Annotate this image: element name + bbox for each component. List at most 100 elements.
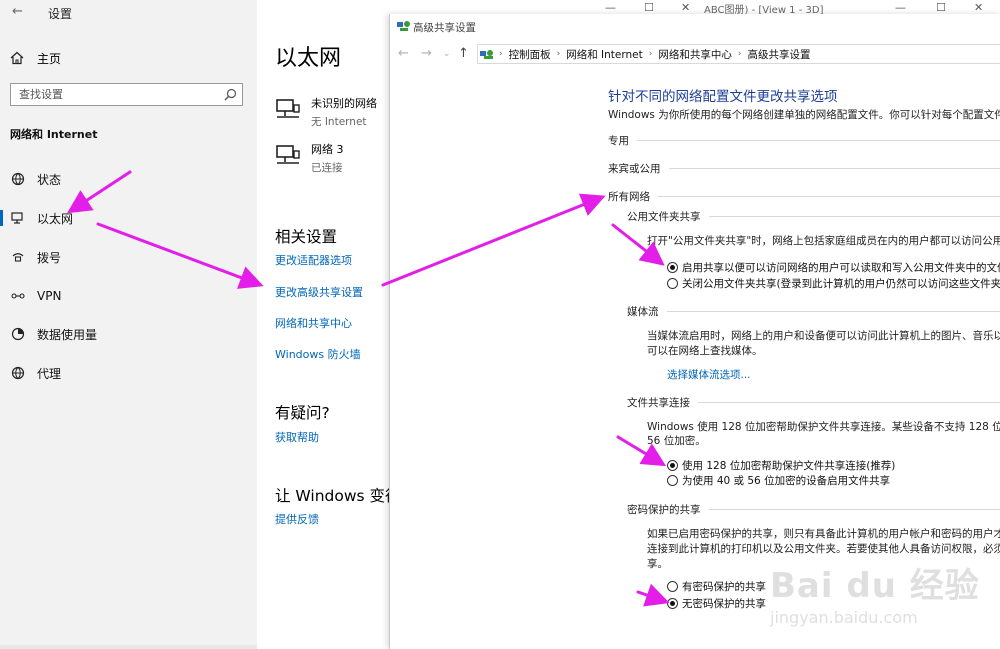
sidebar-item-data-usage[interactable]: 数据使用量	[0, 322, 257, 346]
sidebar-item-label: 状态	[37, 172, 62, 187]
settings-search-input[interactable]	[19, 88, 214, 101]
forward-icon[interactable]: →	[421, 46, 432, 61]
search-icon[interactable]	[224, 88, 237, 101]
profile-label: 专用	[608, 134, 629, 147]
network-status: 已连接	[311, 162, 343, 174]
sidebar-group-label: 网络和 Internet	[10, 128, 98, 141]
sidebar-item-label: 拨号	[37, 250, 62, 265]
history-chevron-icon[interactable]: ⌄	[443, 49, 451, 59]
radio-button[interactable]	[667, 475, 678, 486]
network-status: 无 Internet	[311, 116, 367, 128]
breadcrumb-separator-icon: ›	[499, 49, 503, 59]
sidebar-item-label: VPN	[37, 289, 62, 303]
titlebar: 高级共享设置	[390, 14, 1000, 42]
section-password-sharing: 密码保护的共享	[627, 502, 1000, 516]
profile-all-networks[interactable]: 所有网络	[608, 189, 1000, 203]
radio-label: 启用共享以便可以访问网络的用户可以读取和写入公用文件夹中的文件	[682, 262, 1000, 274]
sidebar-item-ethernet[interactable]: 以太网	[0, 206, 257, 230]
network-monitor-icon	[276, 99, 300, 118]
breadcrumb[interactable]: › 控制面板 › 网络和 Internet › 网络和共享中心 › 高级共享设置	[477, 44, 1000, 64]
dialup-icon	[10, 250, 25, 265]
network-name: 未识别的网络	[311, 97, 377, 110]
settings-search[interactable]	[10, 83, 243, 106]
section-file-sharing: 文件共享连接	[627, 395, 1000, 409]
network-item[interactable]: 未识别的网络 无 Internet	[275, 95, 377, 129]
radio-button-selected[interactable]	[667, 598, 678, 609]
maximize-icon[interactable]: ☐	[644, 1, 654, 14]
public-folder-desc: 打开"公用文件夹共享"时，网络上包括家庭组成员在内的用户都可以访问公用文件夹中的…	[647, 235, 1000, 247]
question-title: 有疑问?	[275, 404, 330, 422]
minimize-icon[interactable]: —	[605, 1, 616, 14]
background-window-titlebar: — ☐ ✕ ABC图册) - [View 1 - 3D] — ☐ ✕	[600, 0, 1000, 16]
radio-128bit-encryption[interactable]: 使用 128 位加密帮助保护文件共享连接(推荐)	[667, 458, 895, 473]
maximize-icon[interactable]: ☐	[936, 1, 946, 14]
radio-enable-public-sharing[interactable]: 启用共享以便可以访问网络的用户可以读取和写入公用文件夹中的文件	[667, 260, 1000, 275]
link-get-help[interactable]: 获取帮助	[275, 429, 319, 445]
breadcrumb-item[interactable]: 控制面板	[509, 47, 551, 62]
sidebar-item-label: 数据使用量	[37, 327, 98, 342]
file-sharing-desc-line: 56 位加密。	[647, 435, 706, 447]
radio-button[interactable]	[667, 581, 678, 592]
network-item[interactable]: 网络 3 已连接	[275, 141, 344, 175]
link-network-sharing-center[interactable]: 网络和共享中心	[275, 315, 352, 331]
link-windows-firewall[interactable]: Windows 防火墙	[275, 346, 361, 362]
back-icon[interactable]: ←	[398, 46, 409, 61]
back-arrow-icon[interactable]: ←	[12, 4, 23, 19]
close-icon[interactable]: ✕	[974, 1, 983, 14]
password-desc-line: 如果已启用密码保护的共享，则只有具备此计算机的用户帐户和密码的用户才可以访问共享…	[647, 528, 1000, 540]
breadcrumb-item[interactable]: 网络和共享中心	[658, 47, 732, 62]
related-settings-title: 相关设置	[275, 228, 338, 246]
radio-label: 使用 128 位加密帮助保护文件共享连接(推荐)	[682, 460, 896, 472]
up-icon[interactable]: ↑	[458, 46, 469, 61]
profile-label: 所有网络	[608, 190, 650, 203]
network-center-icon	[397, 21, 410, 31]
radio-button-selected[interactable]	[667, 262, 678, 273]
link-advanced-sharing[interactable]: 更改高级共享设置	[275, 284, 363, 300]
breadcrumb-separator-icon: ›	[737, 49, 742, 59]
sidebar-home[interactable]: 主页	[10, 48, 61, 68]
radio-disable-public-sharing[interactable]: 关闭公用文件夹共享(登录到此计算机的用户仍然可以访问这些文件夹)	[667, 276, 1000, 291]
sidebar-item-label: 代理	[37, 366, 62, 381]
password-desc-line: 享。	[647, 558, 668, 570]
globe-proxy-icon	[10, 366, 25, 381]
breadcrumb-separator-icon: ›	[556, 49, 561, 59]
settings-main-pane: 以太网 未识别的网络 无 Internet 网络 3 已连接 相关设置 更改适配…	[257, 0, 390, 649]
section-title: 公用文件夹共享	[627, 210, 701, 223]
taskbar-strip	[0, 645, 257, 649]
link-feedback[interactable]: 提供反馈	[275, 511, 319, 527]
section-title: 媒体流	[627, 305, 659, 318]
home-label: 主页	[37, 51, 62, 66]
settings-window-title: 设置	[48, 7, 73, 21]
radio-button-selected[interactable]	[667, 460, 678, 471]
data-usage-icon	[10, 327, 25, 342]
profile-guest-public[interactable]: 来宾或公用	[608, 161, 1000, 175]
watermark-url: jingyan.baidu.com	[770, 608, 918, 627]
network-monitor-icon	[276, 145, 300, 164]
link-media-options[interactable]: 选择媒体流选项...	[667, 367, 751, 382]
sidebar-item-dialup[interactable]: 拨号	[0, 245, 257, 269]
breadcrumb-item[interactable]: 高级共享设置	[747, 47, 810, 62]
vpn-icon	[10, 289, 25, 304]
section-public-folder: 公用文件夹共享	[627, 209, 1000, 223]
sidebar-item-proxy[interactable]: 代理	[0, 361, 257, 385]
home-icon	[10, 51, 24, 65]
link-adapter-options[interactable]: 更改适配器选项	[275, 252, 352, 268]
radio-button[interactable]	[667, 278, 678, 289]
radio-label: 有密码保护的共享	[682, 581, 766, 593]
section-title: 文件共享连接	[627, 396, 690, 409]
improve-windows-title: 让 Windows 变得更好	[275, 487, 390, 505]
minimize-icon[interactable]: —	[895, 1, 906, 14]
globe-status-icon	[10, 172, 25, 187]
radio-40-56bit-encryption[interactable]: 为使用 40 或 56 位加密的设备启用文件共享	[667, 473, 890, 488]
sidebar-item-label: 以太网	[37, 211, 74, 226]
sidebar-item-vpn[interactable]: VPN	[0, 284, 257, 308]
radio-password-off[interactable]: 无密码保护的共享	[667, 596, 766, 611]
window-title: 高级共享设置	[413, 22, 476, 34]
radio-password-on[interactable]: 有密码保护的共享	[667, 579, 766, 594]
close-icon[interactable]: ✕	[681, 1, 690, 14]
breadcrumb-separator-icon: ›	[648, 49, 653, 59]
profile-private[interactable]: 专用	[608, 133, 1000, 147]
sidebar-item-status[interactable]: 状态	[0, 167, 257, 191]
breadcrumb-item[interactable]: 网络和 Internet	[566, 47, 643, 62]
radio-label: 无密码保护的共享	[682, 598, 766, 610]
